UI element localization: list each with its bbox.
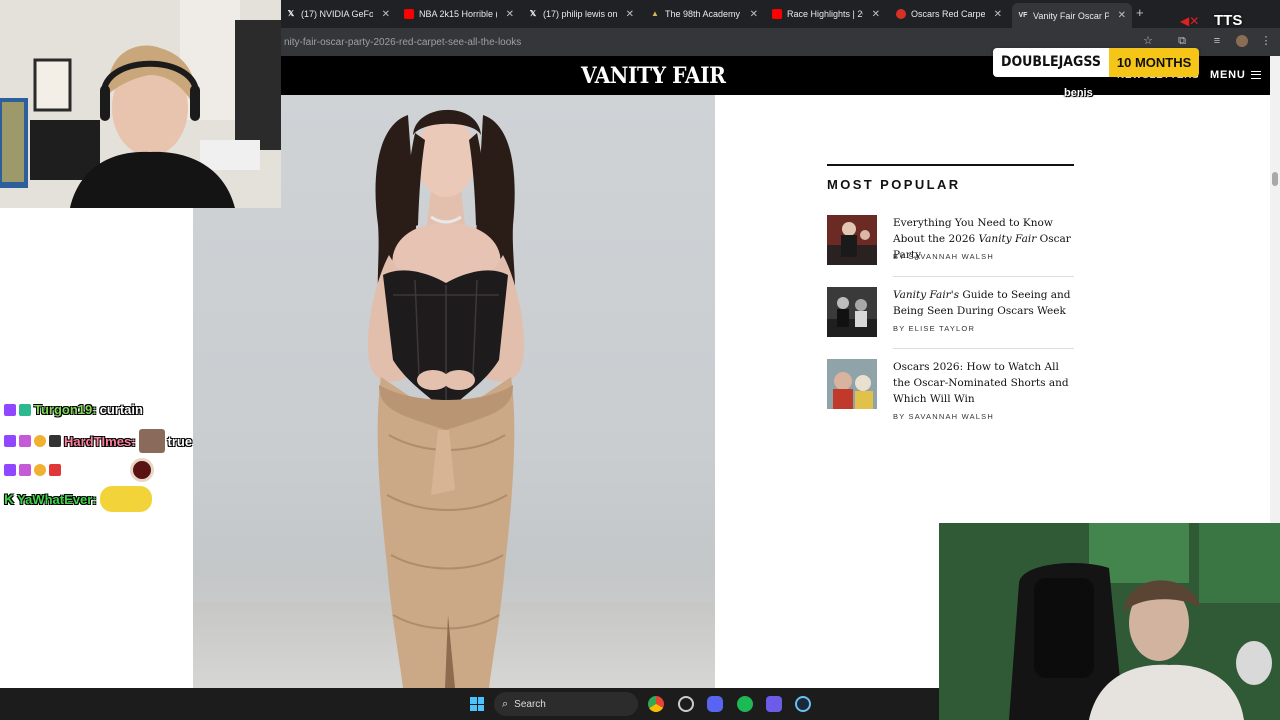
minion-emote [99, 486, 152, 512]
media-controls-icon[interactable]: ≡ [1211, 35, 1223, 47]
close-tab-icon[interactable]: ✕ [872, 9, 880, 20]
hamburger-icon [1250, 71, 1261, 79]
close-tab-icon[interactable]: ✕ [626, 9, 634, 20]
chat-message: HardTImes: true [4, 429, 192, 453]
chrome-icon[interactable] [648, 696, 664, 712]
most-popular-top-rule [827, 164, 1074, 166]
article-thumbnail[interactable] [827, 287, 877, 337]
menu-button[interactable]: MENU [1210, 69, 1261, 81]
browser-tab[interactable]: Race Highlights | 202 ✕ [766, 4, 886, 24]
sub-badge-icon [19, 403, 31, 416]
discord-icon[interactable] [707, 696, 723, 712]
sub-badge-icon [19, 435, 31, 447]
screen: 𝕏 (17) NVIDIA GeForce ✕ NBA 2k15 Horribl… [0, 0, 1280, 720]
stream-chat: Turgon19: curtain HardTImes: true K YaWh… [0, 380, 281, 520]
taskbar-search-label: Search [514, 698, 546, 710]
search-icon: ⌕ [502, 697, 509, 710]
gift-badge-icon [49, 435, 61, 447]
close-tab-icon[interactable]: ✕ [382, 9, 390, 20]
twitch-badge-icon [4, 435, 16, 447]
page-scrollbar[interactable] [1270, 56, 1280, 523]
gift-badge-icon [49, 464, 61, 476]
new-tab-button[interactable]: + [1136, 5, 1144, 20]
twitch-badge-icon [4, 464, 16, 476]
browser-tab-active[interactable]: VF Vanity Fair Oscar Part ✕ [1012, 3, 1132, 28]
subscriber-alert: DOUBLEJAGSS 10 MONTHS [993, 48, 1200, 77]
close-tab-icon[interactable]: ✕ [506, 9, 514, 20]
extensions-icon[interactable]: ⧉ [1176, 35, 1188, 47]
subscriber-months: 10 MONTHS [1108, 48, 1200, 77]
article-headline[interactable]: Vanity Fair's Guide to Seeing and Being … [893, 287, 1074, 319]
browser-tab[interactable]: NBA 2k15 Horrible (a ✕ [398, 4, 520, 24]
windows-start-icon[interactable] [470, 697, 484, 711]
subscriber-name: DOUBLEJAGSS [993, 48, 1109, 77]
article-byline: BY SAVANNAH WALSH [893, 412, 994, 421]
article-byline: BY SAVANNAH WALSH [893, 252, 994, 261]
secondary-webcam-scene [939, 523, 1280, 720]
chat-username[interactable]: YaWhatEver: [17, 492, 96, 507]
scrollbar-thumb[interactable] [1272, 172, 1278, 186]
close-tab-icon[interactable]: ✕ [750, 9, 758, 20]
chat-emote [138, 429, 165, 453]
oscars-icon: ▲ [651, 9, 659, 18]
browser-tab[interactable]: 𝕏 (17) NVIDIA GeForce ✕ [280, 4, 396, 24]
more-menu-icon[interactable]: ⋮ [1260, 35, 1272, 47]
divider [893, 348, 1074, 349]
overlay-floating-text: benis [1064, 87, 1093, 99]
chat-message: Turgon19: curtain [4, 402, 143, 417]
article-byline: BY ELISE TAYLOR [893, 324, 976, 333]
chat-message: K YaWhatEver: [4, 486, 152, 512]
divider [893, 276, 1074, 277]
chat-username[interactable]: HardTImes: [64, 434, 136, 449]
browser-tab[interactable]: 𝕏 (17) philip lewis on X ✕ [522, 4, 640, 24]
vf-icon: VF [1018, 11, 1028, 19]
profile-avatar-icon[interactable] [1236, 35, 1248, 47]
browser-tab[interactable]: Oscars Red Carpet O ✕ [890, 4, 1008, 24]
article-thumbnail[interactable] [827, 215, 877, 265]
windows-taskbar: ⌕ Search [0, 688, 939, 720]
close-tab-icon[interactable]: ✕ [994, 9, 1002, 20]
twitch-badge-icon [4, 403, 16, 416]
secondary-webcam [939, 523, 1280, 720]
oscars-red-icon [896, 9, 906, 19]
steam-icon[interactable] [795, 696, 811, 712]
app-icon[interactable] [678, 696, 694, 712]
chat-username[interactable]: Turgon19: [34, 402, 97, 417]
article-headline[interactable]: Oscars 2026: How to Watch All the Oscar-… [893, 359, 1074, 407]
article-thumbnail-image [827, 215, 877, 265]
site-logo[interactable]: VANITY FAIR [581, 63, 726, 89]
tts-label: TTS [1214, 12, 1243, 29]
chat-text: true [167, 433, 193, 449]
x-logo-icon: 𝕏 [529, 9, 537, 18]
chat-emote [130, 458, 154, 482]
emote-badge-icon [34, 435, 46, 447]
most-popular-heading: MOST POPULAR [827, 177, 961, 192]
streamer-webcam [0, 0, 281, 208]
x-logo-icon: 𝕏 [287, 9, 295, 18]
bookmark-star-icon[interactable]: ☆ [1142, 35, 1154, 47]
menu-label: MENU [1210, 69, 1246, 81]
taskbar-search-box[interactable]: ⌕ Search [494, 692, 638, 716]
article-thumbnail-image [827, 359, 877, 409]
emote-badge-icon [34, 464, 46, 476]
app-icon[interactable] [766, 696, 782, 712]
article-thumbnail-image [827, 287, 877, 337]
browser-tab[interactable]: ▲ The 98th Academy A ✕ [644, 4, 764, 24]
webcam-scene [0, 0, 281, 208]
youtube-icon [404, 9, 414, 19]
url-text[interactable]: nity-fair-oscar-party-2026-red-carpet-se… [284, 37, 521, 48]
article-thumbnail[interactable] [827, 359, 877, 409]
chat-text: curtain [99, 402, 143, 417]
k-badge-icon: K [4, 491, 15, 507]
tts-muted-icon: ◀✕ [1180, 14, 1200, 28]
chat-message [4, 458, 154, 482]
sub-badge-icon [19, 464, 31, 476]
youtube-icon [772, 9, 782, 19]
spotify-icon[interactable] [737, 696, 753, 712]
close-tab-icon[interactable]: ✕ [1118, 10, 1126, 21]
